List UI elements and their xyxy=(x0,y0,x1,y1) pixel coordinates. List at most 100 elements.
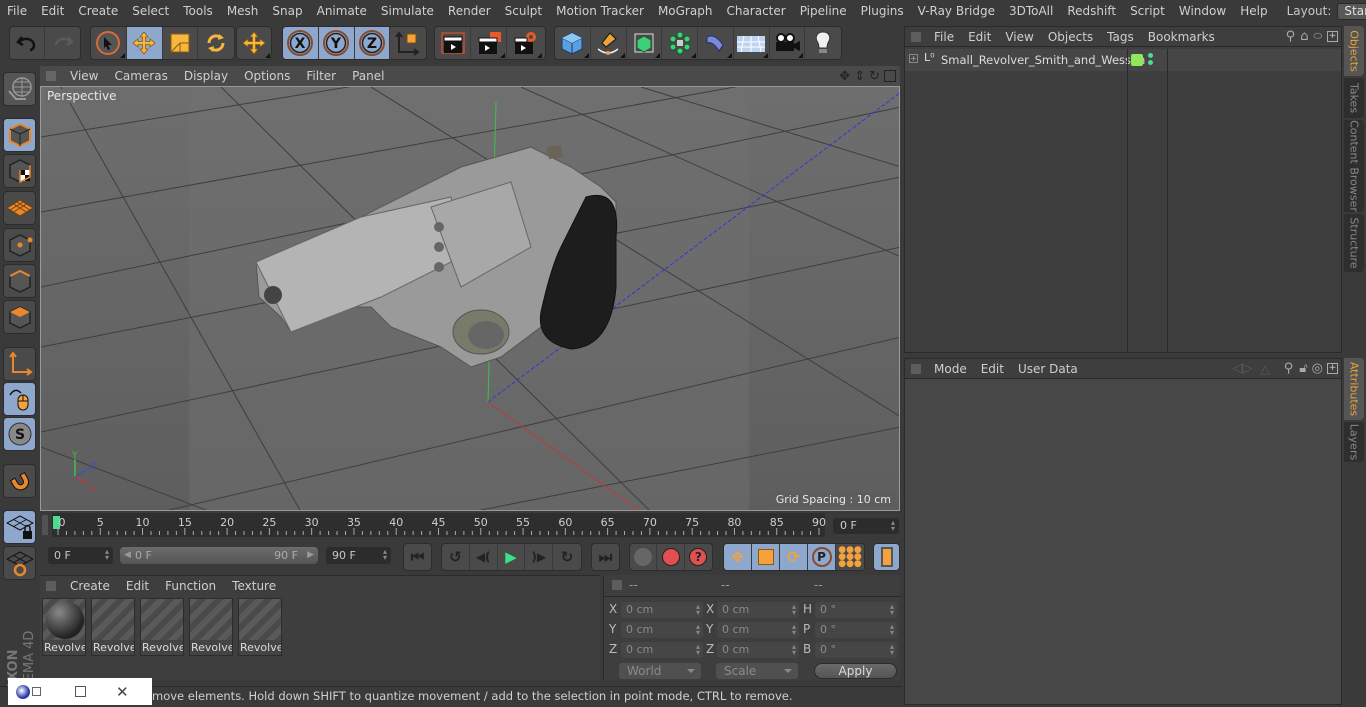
menu-plugins[interactable]: Plugins xyxy=(854,4,911,18)
camera-label[interactable]: Perspective xyxy=(44,89,120,103)
layer-color-swatch[interactable] xyxy=(1131,54,1143,66)
maximize-window-button[interactable] xyxy=(75,686,86,697)
menu-edit[interactable]: Edit xyxy=(34,4,71,18)
planar-workplane-button[interactable] xyxy=(3,546,36,580)
material-swatch[interactable]: Revolver xyxy=(140,598,184,656)
size-field[interactable]: 0 cm ▴ ▾ xyxy=(717,642,799,658)
undo-button[interactable] xyxy=(10,27,46,59)
model-mode-button[interactable] xyxy=(3,118,36,152)
spinner-arrows-icon[interactable]: ▴ ▾ xyxy=(890,643,894,657)
3d-viewport[interactable]: Perspective Y Z X Grid Spacing : 10 cm xyxy=(40,86,900,511)
record-active-button[interactable] xyxy=(657,544,685,570)
range-left-arrow-icon[interactable]: ◀ xyxy=(124,547,131,564)
spinner-arrows-icon[interactable]: ▴ ▾ xyxy=(890,623,894,637)
spinner-arrows-icon[interactable]: ▴ ▾ xyxy=(696,603,700,617)
menu-window[interactable]: Window xyxy=(1172,4,1233,18)
key-pla-button[interactable]: ●●● ●●● ●●● xyxy=(836,544,864,570)
material-menu-create[interactable]: Create xyxy=(62,579,118,593)
end-frame-field[interactable]: 90 F ▴ ▾ xyxy=(326,547,391,564)
spinner-arrows-icon[interactable]: ▴ ▾ xyxy=(696,623,700,637)
menu-redshift[interactable]: Redshift xyxy=(1060,4,1123,18)
material-menu-texture[interactable]: Texture xyxy=(224,579,284,593)
search-icon[interactable]: ⚲ xyxy=(1284,361,1294,376)
edges-mode-button[interactable] xyxy=(3,264,36,298)
menu-character[interactable]: Character xyxy=(719,4,792,18)
close-window-button[interactable]: ✕ xyxy=(116,683,129,701)
objects-menu-file[interactable]: File xyxy=(927,30,961,44)
rotation-field[interactable]: 0 ° ▴ ▾ xyxy=(815,642,897,658)
material-swatch[interactable]: Revolver xyxy=(42,598,86,656)
rotation-field[interactable]: 0 ° ▴ ▾ xyxy=(815,622,897,638)
pan-view-icon[interactable]: ✥ xyxy=(839,69,850,84)
goto-end-button[interactable]: ⏭ xyxy=(592,544,619,570)
spinner-arrows-icon[interactable]: ▴ ▾ xyxy=(383,548,387,562)
recent-move-button[interactable] xyxy=(237,27,271,59)
material-menu-function[interactable]: Function xyxy=(157,579,224,593)
texture-mode-button[interactable] xyxy=(3,154,36,188)
scale-tool-button[interactable] xyxy=(163,27,199,59)
panel-grip-icon[interactable] xyxy=(46,580,56,591)
objects-menu-view[interactable]: View xyxy=(998,30,1040,44)
panel-grip-icon[interactable] xyxy=(911,31,921,42)
apply-button[interactable]: Apply xyxy=(814,663,897,679)
autokey-button[interactable]: ? xyxy=(685,544,712,570)
rotation-field[interactable]: 0 ° ▴ ▾ xyxy=(815,602,897,618)
menu-select[interactable]: Select xyxy=(125,4,176,18)
key-position-button[interactable]: ✥ xyxy=(724,544,752,570)
play-button[interactable]: ▶ xyxy=(498,544,526,570)
expand-icon[interactable]: + xyxy=(909,54,918,63)
layout-dropdown[interactable]: Startup xyxy=(1337,2,1366,20)
locked-workplane-button[interactable] xyxy=(3,510,36,544)
dolly-view-icon[interactable]: ⇕ xyxy=(854,69,865,84)
new-panel-icon[interactable]: + xyxy=(1327,363,1338,374)
z-axis-lock-button[interactable]: Z xyxy=(354,27,391,59)
spinner-arrows-icon[interactable]: ▴ ▾ xyxy=(696,643,700,657)
target-icon[interactable]: ◎ xyxy=(1312,361,1323,376)
size-mode-dropdown[interactable]: Scale xyxy=(716,663,798,679)
preview-range-slider[interactable]: ◀ 0 F 90 F ▶ xyxy=(120,547,318,564)
tab-layers[interactable]: Layers xyxy=(1344,422,1364,462)
toggle-panel-icon[interactable] xyxy=(884,70,896,82)
size-field[interactable]: 0 cm ▴ ▾ xyxy=(717,622,799,638)
goto-start-button[interactable]: ⏮ xyxy=(404,544,431,570)
viewport-menu-panel[interactable]: Panel xyxy=(344,69,392,83)
position-field[interactable]: 0 cm ▴ ▾ xyxy=(621,602,703,618)
viewport-menu-filter[interactable]: Filter xyxy=(298,69,344,83)
size-field[interactable]: 0 cm ▴ ▾ xyxy=(717,602,799,618)
menu-3dtoall[interactable]: 3DToAll xyxy=(1002,4,1060,18)
coordinate-system-button[interactable] xyxy=(390,27,426,59)
panel-grip-icon[interactable] xyxy=(911,363,921,374)
object-row[interactable]: + L⁰ Small_Revolver_Smith_and_Wesson xyxy=(905,49,1341,71)
position-field[interactable]: 0 cm ▴ ▾ xyxy=(621,642,703,658)
viewport-menu-cameras[interactable]: Cameras xyxy=(106,69,175,83)
render-picture-viewer-button[interactable] xyxy=(471,27,507,59)
floor-button[interactable] xyxy=(734,27,770,59)
spinner-arrows-icon[interactable]: ▴ ▾ xyxy=(891,519,895,533)
render-settings-button[interactable] xyxy=(507,27,543,59)
next-key-button[interactable]: ↻ xyxy=(553,544,581,570)
spinner-arrows-icon[interactable]: ▴ ▾ xyxy=(792,623,796,637)
tab-takes[interactable]: Takes xyxy=(1344,78,1364,118)
menu-simulate[interactable]: Simulate xyxy=(374,4,441,18)
menu-mesh[interactable]: Mesh xyxy=(220,4,266,18)
objects-menu-objects[interactable]: Objects xyxy=(1041,30,1100,44)
menu-animate[interactable]: Animate xyxy=(310,4,374,18)
magnet-button[interactable] xyxy=(3,464,36,498)
rotate-tool-button[interactable] xyxy=(198,27,234,59)
search-icon[interactable]: ⚲ xyxy=(1286,29,1296,44)
objects-menu-edit[interactable]: Edit xyxy=(961,30,998,44)
attributes-menu-mode[interactable]: Mode xyxy=(927,362,974,376)
material-swatch[interactable]: Revolver xyxy=(91,598,135,656)
viewport-menu-view[interactable]: View xyxy=(62,69,106,83)
new-panel-icon[interactable]: + xyxy=(1327,31,1338,42)
timeline-grip-icon[interactable] xyxy=(42,515,48,535)
y-axis-lock-button[interactable]: Y xyxy=(318,27,355,59)
render-visibility-dot[interactable] xyxy=(1148,60,1153,65)
tab-objects[interactable]: Objects xyxy=(1344,26,1364,76)
attributes-menu-edit[interactable]: Edit xyxy=(974,362,1011,376)
column-divider[interactable] xyxy=(1167,49,1168,352)
material-menu-edit[interactable]: Edit xyxy=(118,579,157,593)
timeline-window-button[interactable] xyxy=(874,544,899,570)
pen-spline-button[interactable] xyxy=(591,27,627,59)
deformer-button[interactable] xyxy=(698,27,734,59)
